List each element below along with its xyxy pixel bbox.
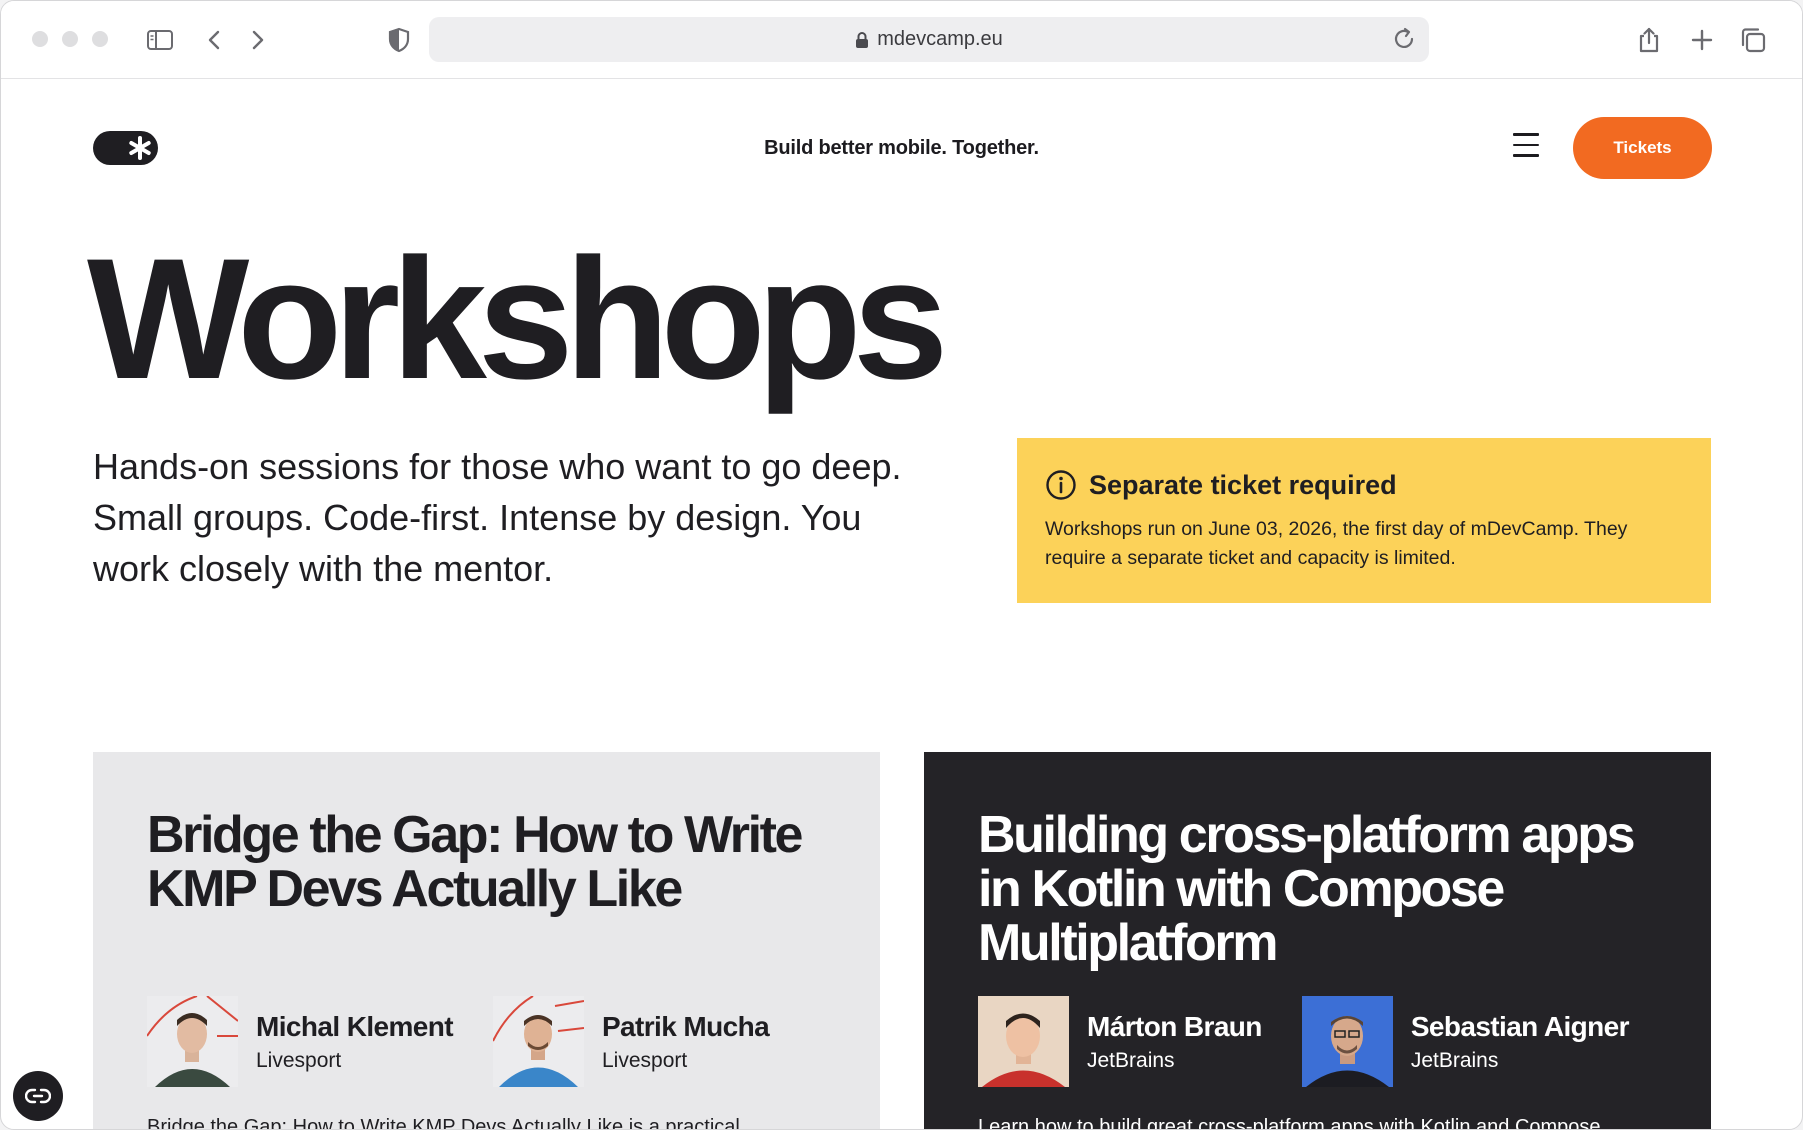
browser-toolbar: mdevcamp.eu [1,1,1802,79]
speaker-list: Michal Klement Livesport Patrik Mucha Li… [147,996,809,1087]
workshop-title[interactable]: Building cross-platform apps in Kotlin w… [978,808,1678,970]
speaker-item[interactable]: Márton Braun JetBrains [978,996,1262,1087]
workshop-card-kmp[interactable]: Bridge the Gap: How to Write KMP Devs Ac… [93,752,880,1130]
url-text: mdevcamp.eu [877,28,1003,50]
privacy-shield-icon[interactable] [382,23,416,57]
reload-icon[interactable] [1391,26,1417,52]
notice-text: Workshops run on June 03, 2026, the firs… [1045,518,1628,569]
intro-line-1: Hands-on sessions for those who want to … [93,446,902,487]
sidebar-toggle-icon[interactable] [143,23,177,57]
info-icon [1046,470,1076,500]
accessibility-icon [25,1088,51,1104]
minimize-window-button[interactable] [62,31,78,47]
tickets-button[interactable]: Tickets [1573,117,1712,179]
back-icon[interactable] [197,23,231,57]
intro-text: Hands-on sessions for those who want to … [93,441,913,594]
page-title: Workshops [87,223,948,415]
workshop-description: Learn how to build great cross-platform … [978,1116,1601,1130]
speaker-name: Patrik Mucha [601,1010,770,1042]
address-bar[interactable]: mdevcamp.eu [429,17,1429,62]
accessibility-button[interactable] [13,1071,63,1121]
speaker-name: Márton Braun [1087,1010,1262,1042]
speaker-name: Michal Klement [256,1010,454,1042]
browser-window: mdevcamp.eu Build better mobile. Togethe… [0,0,1803,1130]
notice-title: Separate ticket required [1089,469,1397,500]
new-tab-icon[interactable] [1685,23,1719,57]
window-controls [32,31,108,47]
ticket-notice-box: Separate ticket required Workshops run o… [1017,438,1711,603]
speaker-company: JetBrains [1087,1048,1175,1072]
speaker-list: Márton Braun JetBrains Sebastian Aigner … [978,996,1669,1087]
close-window-button[interactable] [32,31,48,47]
tab-overview-icon[interactable] [1736,23,1770,57]
speaker-photo [978,996,1069,1087]
speaker-company: Livesport [256,1048,342,1072]
speaker-photo [492,996,584,1087]
lock-icon [856,31,869,48]
forward-icon[interactable] [241,23,275,57]
menu-hamburger-icon[interactable] [1513,133,1547,163]
speaker-photo [1301,996,1393,1087]
intro-line-2: Small groups. Code-first. Intense by des… [93,497,862,589]
speaker-photo [147,996,238,1087]
workshop-card-compose[interactable]: Building cross-platform apps in Kotlin w… [924,752,1711,1130]
workshop-title[interactable]: Bridge the Gap: How to Write KMP Devs Ac… [147,808,847,916]
share-icon[interactable] [1632,23,1666,57]
speaker-item[interactable]: Sebastian Aigner JetBrains [1301,996,1630,1087]
speaker-item[interactable]: Patrik Mucha Livesport [492,996,770,1087]
speaker-company: JetBrains [1410,1048,1499,1072]
speaker-item[interactable]: Michal Klement Livesport [147,996,454,1087]
maximize-window-button[interactable] [92,31,108,47]
speaker-company: Livesport [601,1048,688,1072]
speaker-name: Sebastian Aigner [1410,1010,1630,1042]
workshop-description: Bridge the Gap: How to Write KMP Devs Ac… [147,1116,740,1130]
